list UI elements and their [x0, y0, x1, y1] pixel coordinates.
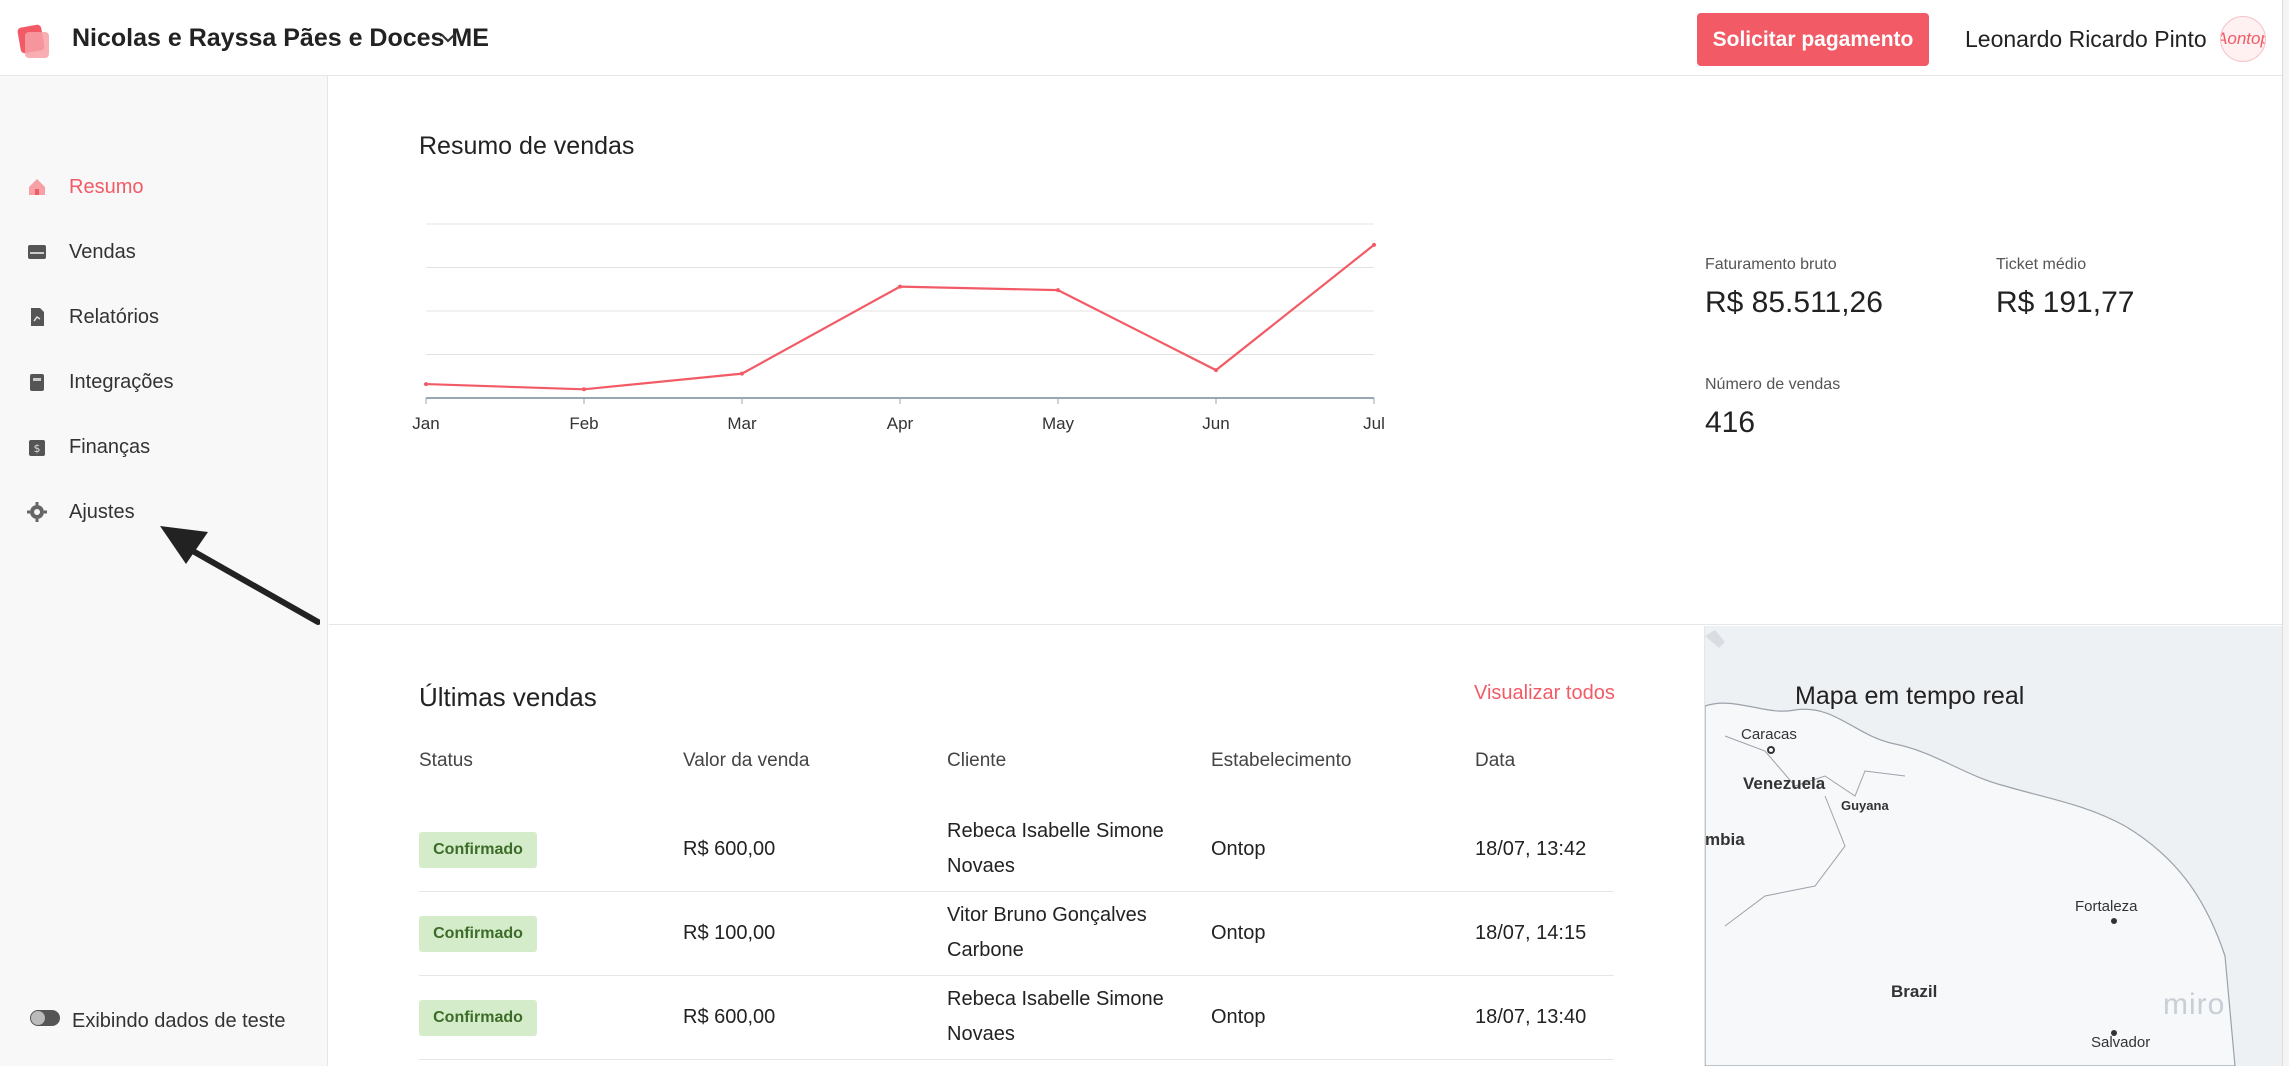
data-point[interactable]: [1214, 368, 1218, 373]
table-row[interactable]: Confirmado R$ 600,00 Rebeca Isabelle Sim…: [419, 808, 1614, 892]
realtime-map-panel[interactable]: Mapa em tempo real Caracas Venezuela Guy…: [1704, 626, 2289, 1066]
map-title: Mapa em tempo real: [1795, 682, 2025, 710]
series-line: [425, 244, 1375, 391]
top-bar: Nicolas e Rayssa Pães e Doces ME Solicit…: [0, 0, 2289, 76]
data-point[interactable]: [898, 284, 902, 289]
brand-logo-icon[interactable]: [16, 20, 56, 60]
map-label-caracas: Caracas: [1741, 726, 1797, 743]
finance-icon: $: [29, 440, 45, 456]
data-point[interactable]: [582, 387, 586, 392]
sidebar-item-integracoes[interactable]: Integrações: [0, 358, 328, 406]
caracas-marker: [1767, 746, 1775, 754]
map-label-salvador: Salvador: [2091, 1034, 2151, 1051]
client-name-line2: Carbone: [947, 939, 1024, 961]
data-point[interactable]: [740, 371, 744, 376]
sale-date: 18/07, 13:40: [1475, 1006, 1587, 1028]
status-badge: Confirmado: [419, 1000, 537, 1036]
sidebar-item-label: Resumo: [69, 175, 144, 198]
map-label-guyana: Guyana: [1841, 798, 1889, 813]
map-label-brazil: Brazil: [1891, 982, 1938, 1001]
client-name-line2: Novaes: [947, 1023, 1015, 1045]
status-badge: Confirmado: [419, 832, 537, 868]
request-payment-button[interactable]: Solicitar pagamento: [1697, 13, 1929, 66]
sidebar-item-label: Finanças: [69, 435, 151, 458]
sidebar-item-resumo[interactable]: Resumo: [0, 163, 328, 211]
test-data-label: Exibindo dados de teste: [72, 1010, 286, 1032]
svg-text:$: $: [34, 442, 41, 455]
x-tick-label: Jan: [412, 414, 439, 433]
sales-summary-panel: Resumo de vendas Jan Feb Mar Apr May Jun Jul F…: [329, 76, 2289, 625]
user-name[interactable]: Leonardo Ricardo Pinto: [1965, 26, 2207, 53]
table-row[interactable]: Confirmado R$ 600,00 Rebeca Isabelle Sim…: [419, 976, 1614, 1060]
x-tick-label: Feb: [569, 414, 598, 433]
latest-sales-title: Últimas vendas: [419, 682, 597, 712]
data-point[interactable]: [1372, 242, 1376, 247]
avatar[interactable]: Aontop: [2220, 16, 2266, 62]
average-ticket-value: R$ 191,77: [1996, 286, 2135, 319]
x-tick-label: Apr: [887, 414, 914, 433]
x-tick-label: May: [1042, 414, 1075, 433]
client-name-line1: Rebeca Isabelle Simone: [947, 820, 1164, 842]
sale-date: 18/07, 13:42: [1475, 838, 1587, 860]
map-label-fortaleza: Fortaleza: [2075, 898, 2138, 915]
x-tick-label: Jul: [1363, 414, 1385, 433]
sidebar-item-label: Integrações: [69, 370, 174, 393]
x-tick-label: Mar: [727, 414, 757, 433]
gross-revenue-value: R$ 85.511,26: [1705, 286, 1883, 319]
table-row[interactable]: Confirmado R$ 100,00 Vitor Bruno Gonçalv…: [419, 892, 1614, 976]
establishment: Ontop: [1211, 1006, 1266, 1028]
data-point[interactable]: [424, 382, 428, 387]
average-ticket-label: Ticket médio: [1996, 256, 2087, 273]
integration-icon: [30, 374, 44, 391]
sale-date: 18/07, 14:15: [1475, 922, 1587, 944]
window-scrollbar[interactable]: [2282, 0, 2289, 1066]
sale-value: R$ 600,00: [683, 838, 776, 860]
status-badge: Confirmado: [419, 916, 537, 952]
wallet-icon: [28, 245, 46, 259]
view-all-link[interactable]: Visualizar todos: [1474, 682, 1615, 705]
client-name-line2: Novaes: [947, 855, 1015, 877]
salvador-marker: [2111, 1030, 2117, 1036]
annotation-arrow-icon: [160, 526, 320, 625]
home-icon: [29, 179, 45, 195]
avatar-text: Aontop: [2221, 29, 2265, 48]
sales-line-chart: Jan Feb Mar Apr May Jun Jul: [412, 223, 1385, 433]
client-name-line1: Vitor Bruno Gonçalves: [947, 904, 1147, 926]
chevron-down-icon[interactable]: [438, 28, 458, 48]
sidebar: Resumo Vendas Relatórios Integrações $ F…: [0, 76, 328, 1066]
data-point[interactable]: [1056, 288, 1060, 293]
column-header-status[interactable]: Status: [419, 750, 473, 772]
sidebar-item-label: Relatórios: [69, 305, 160, 328]
sidebar-item-financas[interactable]: $ Finanças: [0, 423, 328, 471]
column-header-date[interactable]: Data: [1475, 750, 1515, 772]
sidebar-item-label: Ajustes: [69, 500, 135, 523]
sidebar-item-vendas[interactable]: Vendas: [0, 228, 328, 276]
company-name[interactable]: Nicolas e Rayssa Pães e Doces ME: [72, 24, 489, 53]
test-data-toggle[interactable]: [30, 1010, 60, 1026]
column-header-establishment[interactable]: Estabelecimento: [1211, 750, 1351, 772]
column-header-client[interactable]: Cliente: [947, 750, 1006, 772]
sales-count-value: 416: [1705, 406, 1756, 439]
client-name-line1: Rebeca Isabelle Simone: [947, 988, 1164, 1010]
sidebar-item-label: Vendas: [69, 240, 136, 263]
sale-value: R$ 100,00: [683, 922, 776, 944]
establishment: Ontop: [1211, 922, 1266, 944]
sales-count-label: Número de vendas: [1705, 376, 1841, 393]
sale-value: R$ 600,00: [683, 1006, 776, 1028]
establishment: Ontop: [1211, 838, 1266, 860]
map-label-colombia: mbia: [1705, 830, 1745, 849]
sales-summary-title: Resumo de vendas: [419, 132, 635, 160]
sidebar-item-relatorios[interactable]: Relatórios: [0, 293, 328, 341]
map-label-venezuela: Venezuela: [1743, 774, 1826, 793]
gross-revenue-label: Faturamento bruto: [1705, 256, 1837, 273]
column-header-value[interactable]: Valor da venda: [683, 750, 809, 772]
fortaleza-marker: [2111, 918, 2117, 924]
x-tick-label: Jun: [1202, 414, 1229, 433]
latest-sales-panel: Últimas vendas Visualizar todos Status V…: [329, 626, 1704, 1066]
report-icon: [31, 308, 44, 326]
gear-icon: [27, 502, 47, 522]
miro-watermark: miro: [2163, 988, 2226, 1021]
